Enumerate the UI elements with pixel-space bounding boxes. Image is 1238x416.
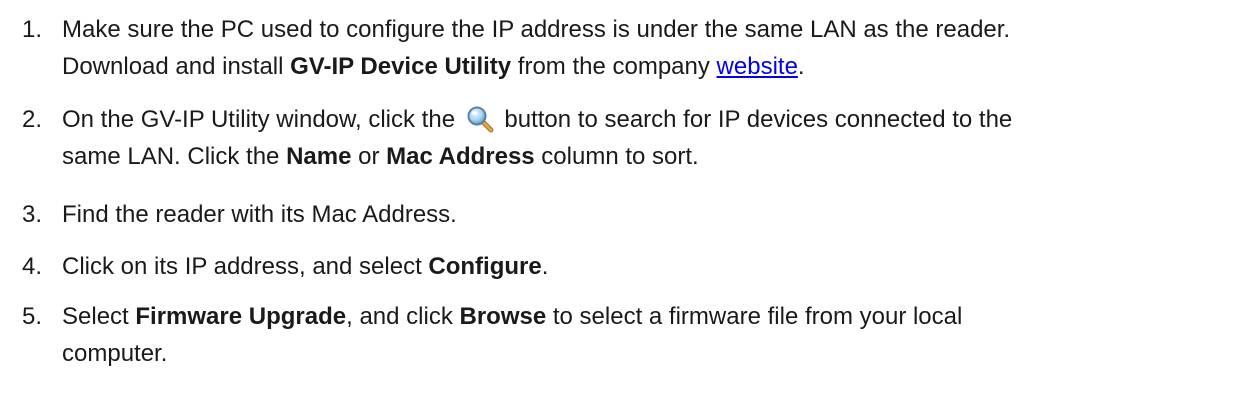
step-number: 4.: [22, 253, 43, 280]
step-number: 2.: [22, 106, 43, 133]
step-number: 3.: [22, 201, 43, 228]
step-body: On the GV-IP Utility window, click the b…: [62, 101, 1232, 175]
text-run: Click on its IP address, and select: [62, 253, 429, 280]
step-body: Select Firmware Upgrade, and click Brows…: [62, 298, 1232, 372]
text-run: from the company: [511, 53, 717, 80]
text-run: .: [797, 53, 805, 80]
text-run: Select: [62, 303, 136, 330]
step-body: Make sure the PC used to configure the I…: [62, 11, 1232, 85]
text-run: Download and install: [62, 53, 291, 80]
step-text-line: Make sure the PC used to configure the I…: [62, 11, 1232, 48]
step-text-line: Download and install GV-IP Device Utilit…: [62, 48, 1232, 85]
step-text-line: computer.: [62, 335, 1232, 372]
text-run: , and click: [346, 303, 460, 330]
magnifier-search-icon: [466, 105, 494, 133]
text-run: or: [351, 143, 387, 170]
step-text-line: same LAN. Click the Name or Mac Address …: [62, 138, 1232, 175]
step-number: 1.: [22, 16, 43, 43]
step-body: Find the reader with its Mac Address.: [62, 196, 1232, 233]
website-link[interactable]: website: [717, 53, 798, 80]
text-run: .: [541, 253, 549, 280]
configure-label: Configure: [428, 253, 542, 280]
text-run: On the GV-IP Utility window, click the: [62, 106, 456, 133]
step-number: 5.: [22, 303, 43, 330]
utility-name: GV-IP Device Utility: [290, 53, 512, 80]
step-text: Make sure the PC used to configure the I…: [62, 16, 1011, 43]
text-run: computer.: [62, 340, 168, 367]
step-text-line: On the GV-IP Utility window, click the b…: [62, 101, 1232, 138]
step-text-line: Click on its IP address, and select Conf…: [62, 248, 1232, 285]
step-body: Click on its IP address, and select Conf…: [62, 248, 1232, 285]
step-text: Find the reader with its Mac Address.: [62, 201, 457, 228]
browse-label: Browse: [459, 303, 547, 330]
text-run: button to search for IP devices connecte…: [504, 106, 1013, 133]
step-text-line: Select Firmware Upgrade, and click Brows…: [62, 298, 1232, 335]
mac-address-column-label: Mac Address: [386, 143, 535, 170]
text-run: column to sort.: [534, 143, 699, 170]
name-column-label: Name: [286, 143, 352, 170]
text-run: to select a firmware file from your loca…: [546, 303, 963, 330]
firmware-upgrade-label: Firmware Upgrade: [135, 303, 347, 330]
text-run: same LAN. Click the: [62, 143, 287, 170]
